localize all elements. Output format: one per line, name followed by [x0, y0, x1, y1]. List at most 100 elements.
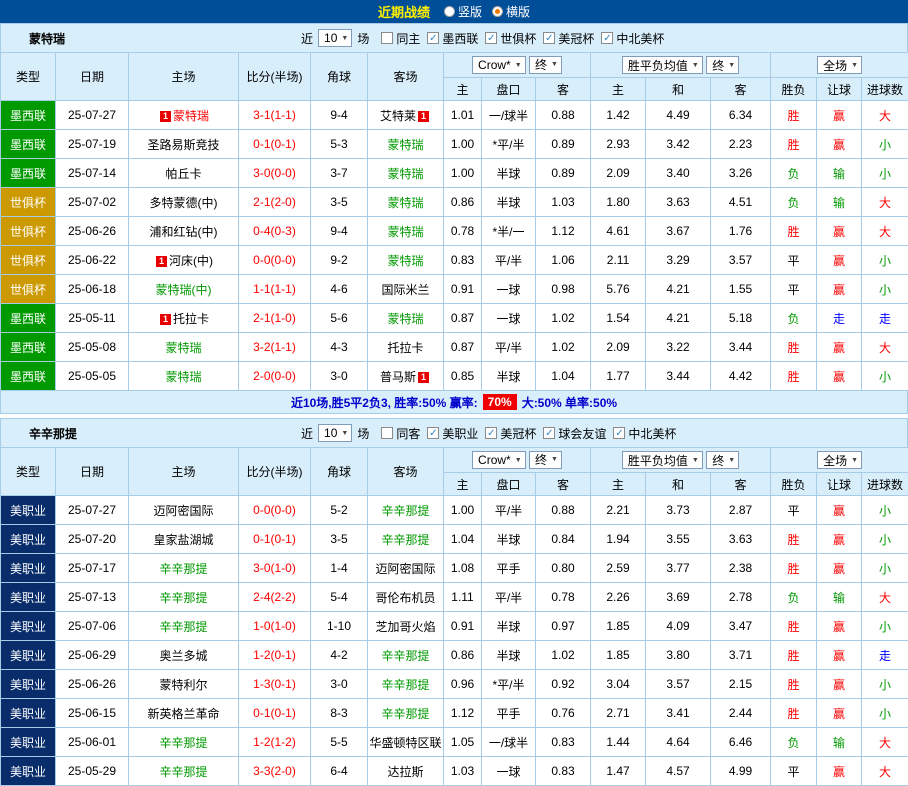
col-goals: 进球数 — [862, 473, 908, 496]
away-team-cell[interactable]: 哥伦布机员 — [368, 583, 444, 612]
radio-vertical-layout[interactable]: 竖版 — [444, 3, 482, 20]
away-team-cell[interactable]: 蒙特瑞 — [368, 217, 444, 246]
home-team-cell[interactable]: 新英格兰革命 — [129, 699, 239, 728]
filter-checkbox[interactable]: ✓世俱杯 — [485, 30, 536, 47]
result-cell: 胜 — [771, 525, 817, 554]
home-team-cell[interactable]: 辛辛那提 — [129, 612, 239, 641]
home-team-cell[interactable]: 多特蒙德(中) — [129, 188, 239, 217]
home-team-cell[interactable]: 浦和红钻(中) — [129, 217, 239, 246]
avg-draw-cell: 3.57 — [646, 670, 711, 699]
filter-checkbox[interactable]: ✓球会友谊 — [543, 425, 606, 442]
date-cell: 25-07-27 — [56, 101, 129, 130]
radio-horizontal-layout[interactable]: 横版 — [492, 3, 530, 20]
away-team-cell[interactable]: 辛辛那提 — [368, 525, 444, 554]
home-team-cell[interactable]: 1河床(中) — [129, 246, 239, 275]
away-team-cell[interactable]: 普马斯1 — [368, 362, 444, 391]
avg-select[interactable]: 胜平负均值▼ — [622, 451, 703, 469]
away-team-cell[interactable]: 辛辛那提 — [368, 641, 444, 670]
home-team-cell[interactable]: 1托拉卡 — [129, 304, 239, 333]
avg-home-cell: 1.85 — [591, 641, 646, 670]
filter-checkbox[interactable]: ✓中北美杯 — [613, 425, 676, 442]
odds-away-cell: 0.89 — [536, 159, 591, 188]
avg-final-select[interactable]: 终▼ — [706, 56, 739, 74]
filter-checkbox[interactable]: ✓墨西联 — [427, 30, 478, 47]
avg-away-cell: 4.42 — [711, 362, 771, 391]
handicap-cell: *平/半 — [482, 130, 536, 159]
odds-company-select[interactable]: Crow*▼ — [472, 56, 526, 74]
away-team-cell[interactable]: 迈阿密国际 — [368, 554, 444, 583]
home-team-cell[interactable]: 奥兰多城 — [129, 641, 239, 670]
home-team-cell[interactable]: 蒙特瑞 — [129, 362, 239, 391]
avg-home-cell: 2.26 — [591, 583, 646, 612]
goals-result-cell: 大 — [862, 757, 908, 786]
away-team-cell[interactable]: 托拉卡 — [368, 333, 444, 362]
odds-final-select[interactable]: 终▼ — [529, 56, 562, 74]
avg-away-cell: 1.55 — [711, 275, 771, 304]
filter-checkbox[interactable]: ✓美冠杯 — [543, 30, 594, 47]
home-team-cell[interactable]: 辛辛那提 — [129, 554, 239, 583]
away-team-cell[interactable]: 辛辛那提 — [368, 670, 444, 699]
filter-checkbox[interactable]: ✓美职业 — [427, 425, 478, 442]
team-name: 芝加哥火焰 — [375, 620, 435, 634]
handicap-cell: 平/半 — [482, 583, 536, 612]
handicap-cell: 平手 — [482, 699, 536, 728]
filter-checkbox[interactable]: ✓中北美杯 — [601, 30, 664, 47]
odds-home-cell: 0.87 — [444, 333, 482, 362]
filter-checkbox[interactable]: 同客 — [381, 425, 420, 442]
away-team-cell[interactable]: 艾特莱1 — [368, 101, 444, 130]
home-team-cell[interactable]: 圣路易斯竞技 — [129, 130, 239, 159]
handicap-result-cell: 赢 — [817, 496, 862, 525]
home-team-cell[interactable]: 1蒙特瑞 — [129, 101, 239, 130]
match-row: 美职业25-06-15新英格兰革命0-1(0-1)8-3辛辛那提1.12平手0.… — [1, 699, 908, 728]
away-team-cell[interactable]: 国际米兰 — [368, 275, 444, 304]
filter-checkbox[interactable]: 同主 — [381, 30, 420, 47]
checkbox-label: 墨西联 — [442, 30, 478, 47]
away-team-cell[interactable]: 蒙特瑞 — [368, 159, 444, 188]
away-team-cell[interactable]: 辛辛那提 — [368, 496, 444, 525]
corners-cell: 1-4 — [311, 554, 368, 583]
home-team-cell[interactable]: 蒙特瑞 — [129, 333, 239, 362]
score-cell: 3-0(0-0) — [239, 159, 311, 188]
home-team-cell[interactable]: 蒙特利尔 — [129, 670, 239, 699]
odds-company-select[interactable]: Crow*▼ — [472, 451, 526, 469]
handicap-cell: 半球 — [482, 641, 536, 670]
home-team-cell[interactable]: 帕丘卡 — [129, 159, 239, 188]
corners-cell: 4-2 — [311, 641, 368, 670]
match-count-select[interactable]: 10▼ — [318, 29, 352, 47]
away-team-cell[interactable]: 辛辛那提 — [368, 699, 444, 728]
home-team-cell[interactable]: 辛辛那提 — [129, 757, 239, 786]
away-team-cell[interactable]: 芝加哥火焰 — [368, 612, 444, 641]
home-team-cell[interactable]: 辛辛那提 — [129, 583, 239, 612]
away-team-cell[interactable]: 蒙特瑞 — [368, 304, 444, 333]
col-avg-home: 主 — [591, 78, 646, 101]
scope-select[interactable]: 全场▼ — [817, 451, 862, 469]
chevron-down-icon: ▼ — [341, 35, 348, 42]
home-team-cell[interactable]: 迈阿密国际 — [129, 496, 239, 525]
date-cell: 25-06-01 — [56, 728, 129, 757]
away-team-cell[interactable]: 华盛顿特区联 — [368, 728, 444, 757]
checkbox-label: 美冠杯 — [558, 30, 594, 47]
home-team-cell[interactable]: 蒙特瑞(中) — [129, 275, 239, 304]
away-team-cell[interactable]: 蒙特瑞 — [368, 188, 444, 217]
avg-home-cell: 2.93 — [591, 130, 646, 159]
corners-cell: 1-10 — [311, 612, 368, 641]
away-team-cell[interactable]: 蒙特瑞 — [368, 246, 444, 275]
section-monterrey: 蒙特瑞 近 10▼ 场 同主✓墨西联✓世俱杯✓美冠杯✓中北美杯 类型 日期 主场… — [0, 23, 908, 414]
league-badge: 美职业 — [1, 670, 56, 699]
odds-home-cell: 0.83 — [444, 246, 482, 275]
handicap-result-cell: 赢 — [817, 275, 862, 304]
rank-badge: 1 — [160, 314, 171, 325]
away-team-cell[interactable]: 达拉斯 — [368, 757, 444, 786]
scope-select[interactable]: 全场▼ — [817, 56, 862, 74]
filter-checkbox[interactable]: ✓美冠杯 — [485, 425, 536, 442]
home-team-cell[interactable]: 皇家盐湖城 — [129, 525, 239, 554]
col-odds-away: 客 — [536, 473, 591, 496]
avg-select[interactable]: 胜平负均值▼ — [622, 56, 703, 74]
home-team-cell[interactable]: 辛辛那提 — [129, 728, 239, 757]
result-cell: 平 — [771, 275, 817, 304]
match-count-select[interactable]: 10▼ — [318, 424, 352, 442]
date-cell: 25-05-29 — [56, 757, 129, 786]
away-team-cell[interactable]: 蒙特瑞 — [368, 130, 444, 159]
avg-final-select[interactable]: 终▼ — [706, 451, 739, 469]
odds-final-select[interactable]: 终▼ — [529, 451, 562, 469]
